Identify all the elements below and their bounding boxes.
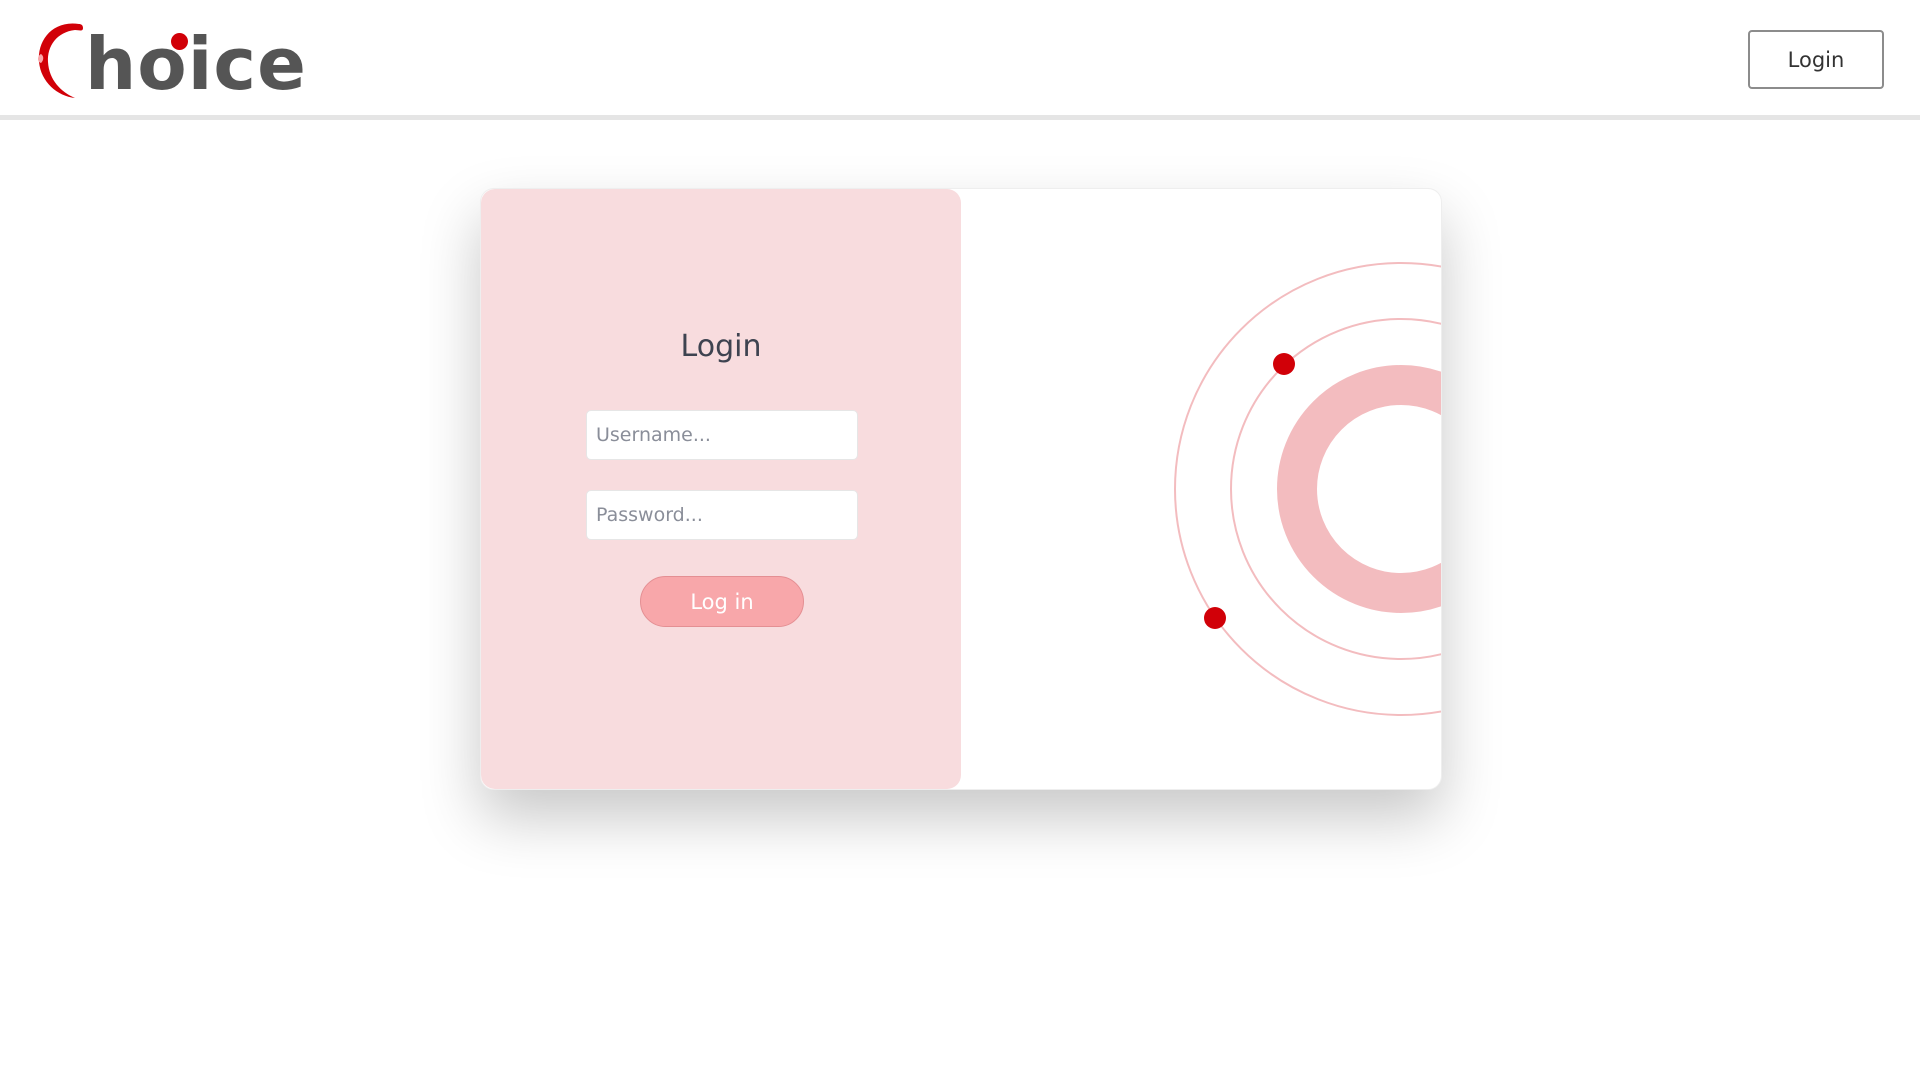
orbit-dot-top: [1273, 353, 1295, 375]
login-panel: Login Log in: [481, 189, 961, 789]
top-bar: hoice Login: [0, 0, 1920, 120]
login-title: Login: [680, 329, 762, 364]
username-input[interactable]: [586, 410, 858, 460]
login-submit-button[interactable]: Log in: [640, 576, 804, 627]
thick-ring: [1277, 365, 1441, 613]
password-input[interactable]: [586, 490, 858, 540]
login-card: Login Log in: [480, 188, 1442, 790]
logo-wordmark: hoice: [85, 22, 307, 106]
orbit-dot-bottom: [1204, 607, 1226, 629]
logo-dot: [171, 33, 188, 50]
orbit-illustration: [1174, 262, 1441, 716]
choice-logo[interactable]: hoice: [35, 16, 306, 106]
header-login-button[interactable]: Login: [1748, 30, 1884, 89]
